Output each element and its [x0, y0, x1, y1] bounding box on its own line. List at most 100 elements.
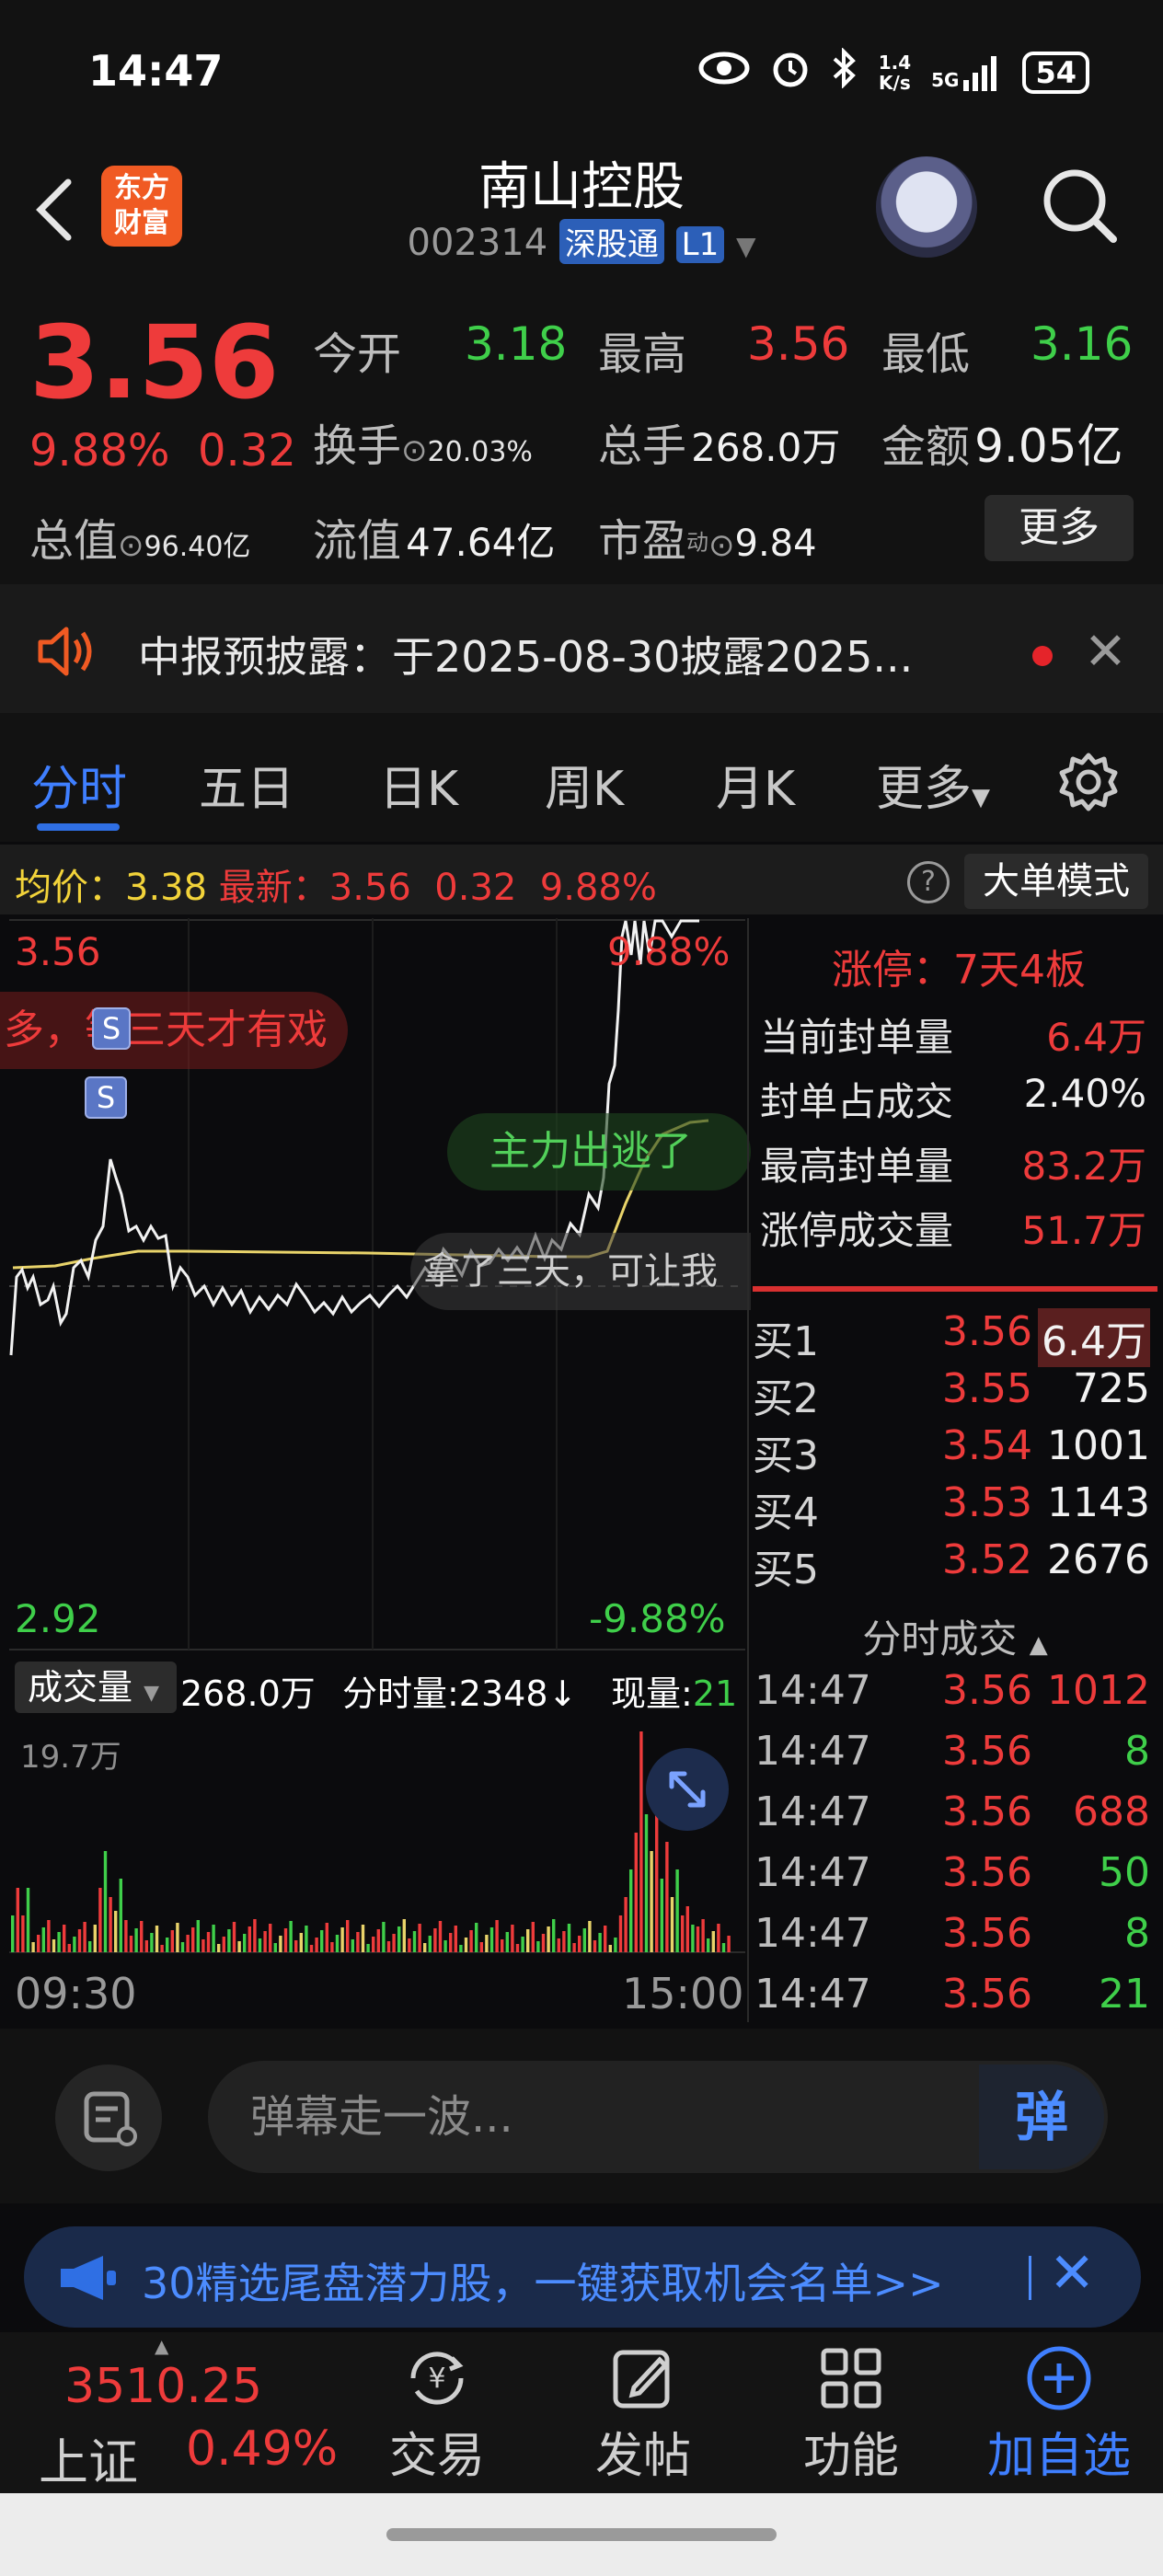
danmaku-send-button[interactable]: 弹: [979, 2064, 1104, 2169]
order-book-row[interactable]: 买5 3.52 2676: [753, 1536, 1157, 1593]
change-amount: 0.32: [198, 425, 296, 477]
tab-daily-k[interactable]: 日K: [379, 750, 458, 819]
volume-bar: [26, 1888, 30, 1952]
trade-time: 14:47: [754, 1849, 871, 1896]
tab-five-day[interactable]: 五日: [199, 750, 294, 819]
trade-row: 14:47 3.56 1012: [753, 1667, 1157, 1728]
indicator-selector-label: 成交量: [28, 1667, 133, 1708]
chart-pct-low: -9.88%: [589, 1596, 726, 1641]
indicator-selector[interactable]: 成交量 ▼: [15, 1662, 177, 1713]
volume-bar: [639, 1731, 643, 1952]
danmaku-input[interactable]: 弹幕走一波...: [208, 2061, 1108, 2173]
volume-bar: [37, 1935, 40, 1952]
volume-bar: [258, 1938, 262, 1952]
tab-more[interactable]: 更多▼: [876, 750, 990, 819]
volume-bar: [495, 1920, 499, 1952]
volume-bar: [41, 1927, 45, 1952]
volume-bar: [423, 1943, 427, 1952]
close-icon[interactable]: ✕: [1049, 2241, 1095, 2306]
volume-bar: [77, 1929, 82, 1952]
notice-unread-dot: [1032, 646, 1053, 666]
volume-bar: [330, 1942, 334, 1952]
trade-time: 14:47: [754, 1910, 871, 1957]
limit-row-label: 最高封单量: [760, 1144, 954, 1189]
nav-post[interactable]: 发帖: [565, 2341, 721, 2486]
danmaku-comment[interactable]: 主力出逃了: [447, 1113, 751, 1190]
nav-trade[interactable]: ¥ 交易: [359, 2341, 515, 2486]
tab-intraday[interactable]: 分时: [31, 750, 127, 819]
volume-bar: [73, 1937, 76, 1952]
comment-settings-icon[interactable]: [55, 2064, 162, 2171]
trade-time: 14:47: [754, 1971, 871, 2018]
volume-bar: [721, 1943, 726, 1952]
pe-field[interactable]: 市盈动⊙9.84: [598, 504, 817, 569]
pe-value: 9.84: [734, 523, 817, 565]
bluetooth-icon: [831, 47, 858, 97]
limit-row-value: 83.2万: [1021, 1144, 1146, 1189]
svg-text:¥: ¥: [428, 2363, 445, 2395]
gear-icon[interactable]: [1056, 750, 1121, 814]
order-book-row[interactable]: 买4 3.53 1143: [753, 1479, 1157, 1536]
volume-bar: [109, 1897, 112, 1952]
volume-bar: [21, 1915, 25, 1952]
stock-code-row[interactable]: 002314 深股通 L1 ▼: [0, 219, 1163, 264]
help-icon[interactable]: ?: [907, 861, 950, 903]
volume-bar: [315, 1938, 318, 1952]
nav-functions[interactable]: 功能: [773, 2341, 929, 2486]
more-quote-button[interactable]: 更多: [985, 495, 1134, 561]
volume-bar: [650, 1851, 653, 1952]
trade-price: 3.56: [942, 1667, 1032, 1714]
volume-bar: [598, 1933, 602, 1952]
notice-text[interactable]: 中报预披露：于2025-08-30披露2025...: [138, 624, 913, 684]
limit-row-label: 封单占成交: [760, 1079, 954, 1124]
promo-text[interactable]: 30精选尾盘潜力股，一键获取机会名单>>: [142, 2250, 1034, 2311]
volume-bar: [408, 1938, 411, 1952]
index-pct[interactable]: 0.49%: [186, 2421, 338, 2477]
order-book-row[interactable]: 买1 3.56 6.4万: [753, 1308, 1157, 1367]
turnover-field[interactable]: 换手⊙20.03%: [313, 409, 533, 474]
total-market-value[interactable]: 总值⊙96.40亿: [29, 504, 250, 569]
trades-title[interactable]: 分时成交 ▲: [753, 1608, 1157, 1664]
index-value[interactable]: 3510.25: [64, 2359, 262, 2414]
pe-label: 市盈: [598, 515, 687, 567]
trade-time: 14:47: [754, 1728, 871, 1775]
trade-row: 14:47 3.56 688: [753, 1788, 1157, 1849]
assistant-robot-avatar[interactable]: [876, 156, 977, 258]
volume-label: 总手: [598, 420, 687, 472]
danmaku-comment[interactable]: 多，等三天才有戏: [0, 992, 348, 1069]
close-icon[interactable]: ✕: [1084, 622, 1127, 682]
volume-bar: [196, 1920, 200, 1952]
big-order-mode-button[interactable]: 大单模式: [964, 854, 1148, 909]
sell-signal-marker[interactable]: S: [85, 1076, 127, 1119]
trade-price: 3.56: [942, 1788, 1032, 1835]
volume-bar: [428, 1936, 432, 1952]
volume-bar: [618, 1915, 623, 1952]
volume-bar: [675, 1869, 679, 1952]
volume-bar: [386, 1941, 391, 1952]
search-icon[interactable]: [1038, 164, 1121, 247]
tab-weekly-k[interactable]: 周K: [545, 750, 624, 819]
volume-bar: [382, 1922, 386, 1952]
order-book-row[interactable]: 买2 3.55 725: [753, 1365, 1157, 1422]
trade-qty: 1012: [1047, 1667, 1150, 1714]
net-speed: 1.4 K/s: [878, 51, 912, 94]
axis-time-start: 09:30: [15, 1969, 137, 2018]
danmaku-comment[interactable]: 拿了三天，可让我: [410, 1233, 751, 1310]
volume-bar: [475, 1923, 478, 1952]
expand-icon[interactable]: [646, 1748, 729, 1831]
volume-bar: [166, 1938, 169, 1952]
index-name[interactable]: 上证: [39, 2421, 138, 2494]
volume-bar: [155, 1926, 159, 1952]
home-indicator[interactable]: [386, 2528, 777, 2541]
sell-signal-marker[interactable]: S: [92, 1007, 131, 1050]
volume-bar: [346, 1920, 350, 1952]
tab-monthly-k[interactable]: 月K: [716, 750, 795, 819]
order-book-row[interactable]: 买3 3.54 1001: [753, 1422, 1157, 1479]
nav-add-watchlist[interactable]: 加自选: [981, 2341, 1137, 2486]
volume-bar: [521, 1937, 524, 1952]
volume-bar: [103, 1851, 108, 1952]
limit-row: 当前封单量 6.4万: [760, 1006, 1146, 1063]
volume-bar: [63, 1925, 66, 1952]
trade-row: 14:47 3.56 21: [753, 1971, 1157, 2031]
volume-bar: [588, 1921, 592, 1952]
